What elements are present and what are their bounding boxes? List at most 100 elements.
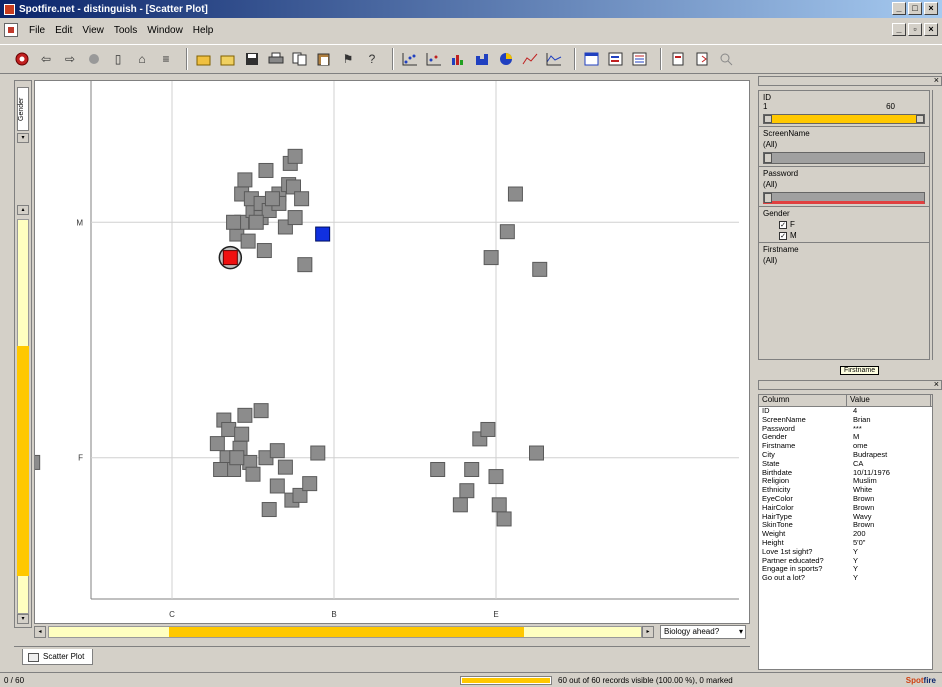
right-pane: ID 1 60 ScreenName (All) Password (All) … — [758, 75, 942, 676]
details-value: Y — [853, 565, 859, 574]
scatter-point — [269, 443, 285, 459]
scatter-point — [213, 462, 229, 477]
details-column-name: Engage in sports? — [762, 565, 823, 574]
y-zoom-thumb[interactable] — [17, 346, 29, 576]
forward-icon[interactable]: ⇨ — [60, 49, 80, 69]
toolbar: ⇦ ⇨ ▯ ⌂ ≡ ⚑ ? — [0, 44, 942, 74]
scatter-point — [499, 224, 515, 240]
app-icon[interactable] — [4, 3, 15, 15]
menu-help[interactable]: Help — [188, 25, 219, 36]
x-zoom-track[interactable] — [48, 626, 642, 638]
details-column-name: Weight — [762, 530, 786, 539]
toolbar-separator — [574, 48, 576, 70]
column-header-column[interactable]: Column — [759, 395, 847, 406]
minimize-button[interactable]: _ — [892, 2, 906, 15]
screenname-item-slider[interactable] — [763, 152, 925, 164]
scatter-plot-area[interactable]: C B E M F — [34, 80, 750, 624]
list-icon[interactable]: ≡ — [156, 49, 176, 69]
details-value: Brown — [853, 494, 875, 503]
menu-view[interactable]: View — [77, 25, 109, 36]
details-row: State CA — [759, 460, 941, 469]
profile-icon[interactable] — [544, 49, 564, 69]
toolbar-separator — [660, 48, 662, 70]
password-item-slider[interactable] — [763, 192, 925, 204]
scatter-point — [245, 466, 261, 482]
records-progress-bar — [460, 675, 552, 685]
menu-file[interactable]: File — [24, 25, 50, 36]
document-icon[interactable] — [4, 23, 18, 37]
gender-checkbox-m[interactable]: ✓ M — [779, 231, 925, 240]
filters-scrollbar[interactable] — [932, 90, 942, 360]
details-column-name: Partner educated? — [762, 556, 824, 565]
details-icon[interactable] — [630, 49, 650, 69]
save-icon[interactable] — [242, 49, 262, 69]
mdi-close-button[interactable]: × — [924, 23, 938, 36]
table-icon[interactable] — [582, 49, 602, 69]
y-scroll-up-arrow[interactable]: ▴ — [17, 205, 29, 215]
details-row: EyeColor Brown — [759, 495, 941, 504]
checkbox-icon[interactable]: ✓ — [779, 231, 787, 240]
y-axis-dropdown-arrow[interactable]: ▾ — [17, 133, 29, 143]
filter-label: ID — [763, 93, 771, 102]
scatter-point — [483, 250, 499, 266]
export-icon[interactable] — [692, 49, 712, 69]
filter-icon[interactable] — [606, 49, 626, 69]
tab-scatter-plot[interactable]: Scatter Plot — [22, 649, 94, 665]
new-doc-icon[interactable] — [668, 49, 688, 69]
x-axis-selector[interactable]: Biology ahead? — [660, 625, 746, 639]
x-zoom-thumb[interactable] — [169, 627, 524, 637]
x-scroll-left-arrow[interactable]: ◂ — [34, 626, 46, 638]
y-scroll-down-arrow[interactable]: ▾ — [17, 614, 29, 624]
mdi-minimize-button[interactable]: _ — [892, 23, 906, 36]
slider-handle[interactable] — [764, 193, 772, 203]
mdi-restore-button[interactable]: ▫ — [908, 23, 922, 36]
details-value: CA — [853, 459, 864, 468]
bar-icon[interactable] — [448, 49, 468, 69]
filter-label: ScreenName — [763, 129, 810, 138]
print-icon[interactable] — [266, 49, 286, 69]
id-range-slider[interactable] — [763, 114, 925, 124]
scatter-point — [302, 476, 318, 492]
close-button[interactable]: × — [924, 2, 938, 15]
details-column-name: Ethnicity — [762, 486, 791, 495]
scatter-icon[interactable] — [400, 49, 420, 69]
find-icon[interactable]: ⚑ — [338, 49, 358, 69]
column-header-value[interactable]: Value — [847, 395, 931, 406]
details-row: Go out a lot? Y — [759, 574, 941, 583]
filter-value: (All) — [763, 140, 778, 149]
histogram-icon[interactable] — [472, 49, 492, 69]
scatter-plot-svg[interactable]: C B E M F — [35, 81, 749, 623]
y-axis-label[interactable]: Gender — [17, 87, 29, 131]
details-scrollbar[interactable] — [932, 394, 942, 670]
details-row: Weight 200 — [759, 530, 941, 539]
open-icon[interactable] — [194, 49, 214, 69]
filter-password: Password (All) — [759, 167, 929, 207]
3d-scatter-icon[interactable] — [424, 49, 444, 69]
copy-icon[interactable] — [290, 49, 310, 69]
refresh-icon[interactable] — [84, 49, 104, 69]
menu-window[interactable]: Window — [142, 25, 188, 36]
magnify-icon[interactable] — [716, 49, 736, 69]
gender-checkbox-f[interactable]: ✓ F — [779, 220, 925, 229]
maximize-button[interactable]: □ — [908, 2, 922, 15]
details-column-name: ID — [762, 407, 770, 415]
menu-tools[interactable]: Tools — [109, 25, 142, 36]
back-icon[interactable]: ⇦ — [36, 49, 56, 69]
y-axis-selector[interactable]: Gender ▾ ▴ ▾ — [14, 80, 32, 628]
paste-icon[interactable] — [314, 49, 334, 69]
slider-handle[interactable] — [764, 153, 772, 163]
range-handle-left[interactable] — [764, 115, 772, 123]
help-icon[interactable]: ? — [362, 49, 382, 69]
stop-icon[interactable] — [12, 49, 32, 69]
range-handle-right[interactable] — [916, 115, 924, 123]
details-value: Brown — [853, 503, 875, 512]
page-icon[interactable]: ▯ — [108, 49, 128, 69]
details-column-name: Firstname — [762, 442, 796, 451]
checkbox-icon[interactable]: ✓ — [779, 220, 787, 229]
open-folder-icon[interactable] — [218, 49, 238, 69]
pie-icon[interactable] — [496, 49, 516, 69]
x-scroll-right-arrow[interactable]: ▸ — [642, 626, 654, 638]
home-icon[interactable]: ⌂ — [132, 49, 152, 69]
menu-edit[interactable]: Edit — [50, 25, 77, 36]
line-icon[interactable] — [520, 49, 540, 69]
